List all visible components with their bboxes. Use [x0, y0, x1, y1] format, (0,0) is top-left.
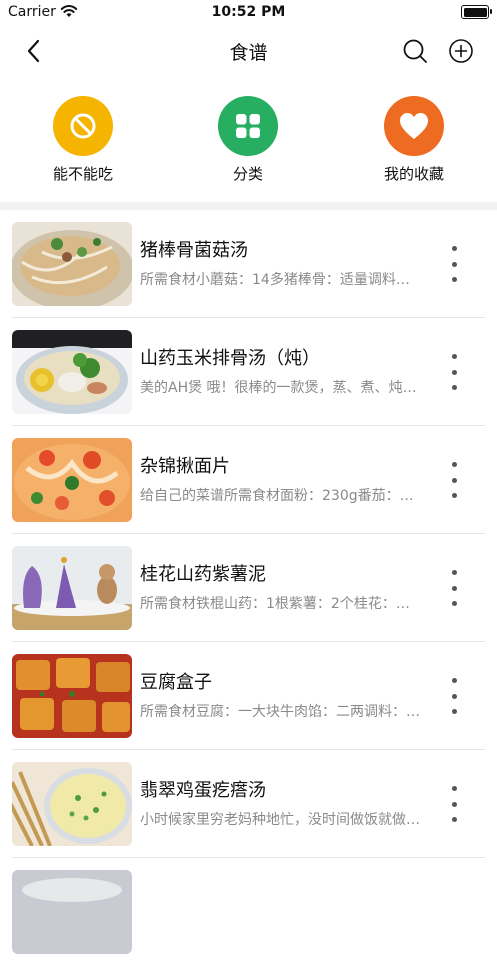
recipe-row-partial[interactable]	[0, 858, 497, 966]
more-options-icon[interactable]	[444, 246, 464, 282]
recipe-row[interactable]: 豆腐盒子 所需食材豆腐：一大块牛肉馅：二两调料：适量	[0, 642, 497, 750]
recipe-title: 山药玉米排骨汤（炖）	[140, 348, 320, 369]
grid-icon	[218, 96, 278, 156]
status-bar: Carrier 10:52 PM	[0, 0, 497, 26]
recipe-thumbnail	[12, 654, 132, 738]
recipe-description: 所需食材铁棍山药：1根紫薯：2个桂花：适量	[140, 596, 422, 612]
category-label: 能不能吃	[52, 165, 113, 183]
clock: 10:52 PM	[211, 4, 286, 20]
forbidden-icon	[53, 96, 113, 156]
recipe-row[interactable]: 杂锦揪面片 给自己的菜谱所需食材面粉：230g番茄：1个	[0, 426, 497, 534]
recipe-row[interactable]: 猪棒骨菌菇汤 所需食材小蘑菇：14多猪棒骨：适量调料：适量	[0, 210, 497, 318]
more-options-icon[interactable]	[444, 354, 464, 390]
recipe-title: 杂锦揪面片	[140, 456, 230, 477]
recipe-description: 所需食材豆腐：一大块牛肉馅：二两调料：适量	[140, 704, 422, 720]
category-can-eat[interactable]: 能不能吃	[23, 96, 143, 184]
recipe-thumbnail	[12, 438, 132, 522]
more-options-icon[interactable]	[444, 570, 464, 606]
recipe-description: 小时候家里穷老妈种地忙，没时间做饭就做疙瘩汤	[140, 812, 422, 828]
search-icon[interactable]	[402, 38, 428, 64]
battery-icon	[461, 5, 492, 19]
recipe-description: 美的AH煲 哦！很棒的一款煲，蒸、煮、炖都可以	[140, 380, 422, 396]
recipe-thumbnail	[12, 762, 132, 846]
recipe-description: 所需食材小蘑菇：14多猪棒骨：适量调料：适量	[140, 272, 422, 288]
recipe-list: 猪棒骨菌菇汤 所需食材小蘑菇：14多猪棒骨：适量调料：适量 山药玉米排骨汤（炖）…	[0, 210, 497, 966]
more-options-icon[interactable]	[444, 678, 464, 714]
recipe-title: 翡翠鸡蛋疙瘩汤	[140, 780, 266, 801]
add-icon[interactable]	[448, 38, 474, 64]
recipe-row[interactable]: 山药玉米排骨汤（炖） 美的AH煲 哦！很棒的一款煲，蒸、煮、炖都可以	[0, 318, 497, 426]
recipe-title: 猪棒骨菌菇汤	[140, 240, 248, 261]
recipe-thumbnail	[12, 546, 132, 630]
category-shortcuts: 能不能吃 分类 我的收藏	[0, 90, 497, 200]
category-label: 分类	[232, 165, 263, 183]
category-label: 我的收藏	[383, 165, 444, 183]
recipe-thumbnail	[12, 222, 132, 306]
recipe-title: 桂花山药紫薯泥	[140, 564, 266, 585]
recipe-title: 豆腐盒子	[140, 672, 212, 693]
heart-icon	[384, 96, 444, 156]
section-divider	[0, 202, 497, 210]
more-options-icon[interactable]	[444, 462, 464, 498]
category-classify[interactable]: 分类	[188, 96, 308, 184]
recipe-row[interactable]: 翡翠鸡蛋疙瘩汤 小时候家里穷老妈种地忙，没时间做饭就做疙瘩汤	[0, 750, 497, 858]
category-favorites[interactable]: 我的收藏	[354, 96, 474, 184]
recipe-row[interactable]: 桂花山药紫薯泥 所需食材铁棍山药：1根紫薯：2个桂花：适量	[0, 534, 497, 642]
nav-bar: 食谱	[0, 26, 497, 76]
more-options-icon[interactable]	[444, 786, 464, 822]
recipe-thumbnail	[12, 330, 132, 414]
recipe-description: 给自己的菜谱所需食材面粉：230g番茄：1个	[140, 488, 422, 504]
